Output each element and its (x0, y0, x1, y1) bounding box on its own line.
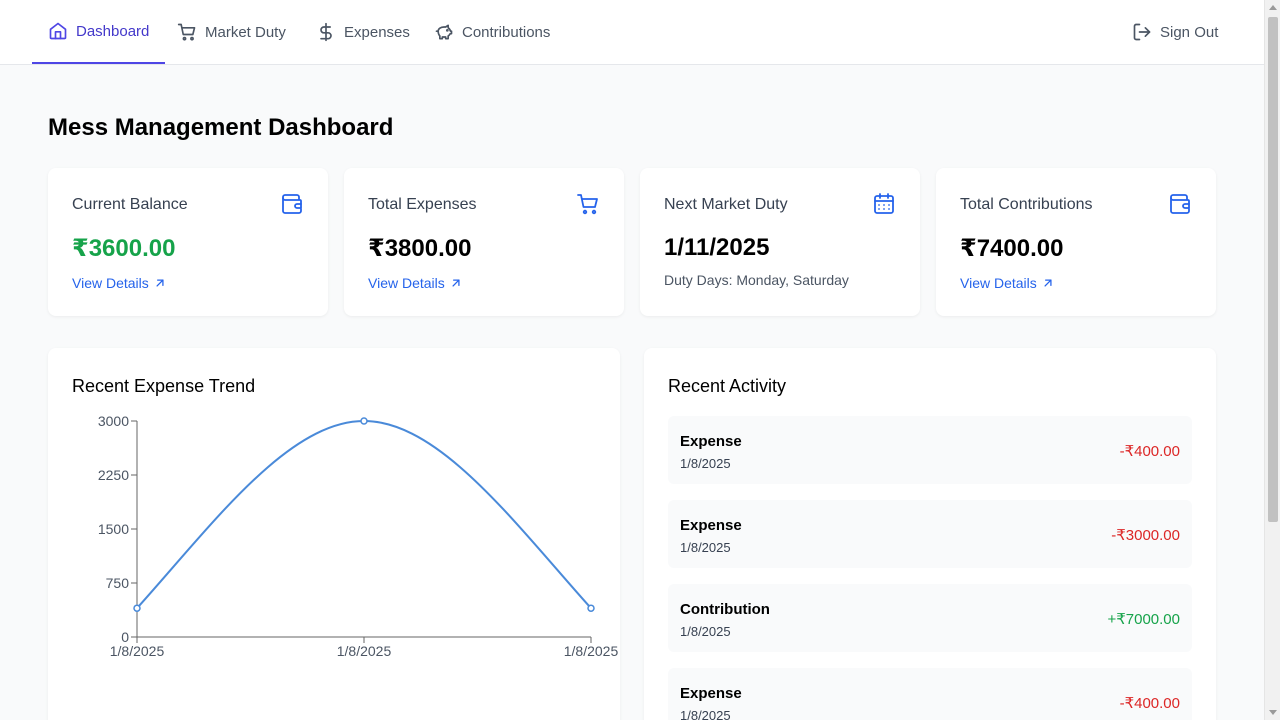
stat-label: Total Contributions (960, 196, 1093, 213)
calendar-icon (874, 193, 894, 214)
activity-type: Expense (680, 517, 742, 534)
trend-point (587, 604, 595, 612)
activity-amount: -₹400.00 (1119, 695, 1180, 712)
scroll-down-arrow[interactable] (1269, 710, 1277, 715)
sign-out-icon (1133, 23, 1151, 41)
arrow-up-right-icon (156, 279, 164, 287)
activity-date: 1/8/2025 (680, 708, 731, 720)
next-market-duty-card: Next Market Duty 1/11/2025 Duty Days: Mo… (640, 168, 920, 316)
dollar-icon (320, 22, 332, 42)
page-scrollbar[interactable] (1264, 0, 1280, 720)
arrow-up-right-icon (452, 279, 460, 287)
total-expenses-card: Total Expenses ₹3800.00 View Details (344, 168, 624, 316)
nav-contributions[interactable]: Contributions (418, 0, 566, 64)
top-nav: Dashboard Market Duty Expenses Contribut… (0, 0, 1264, 65)
duty-days-text: Duty Days: Monday, Saturday (664, 272, 849, 288)
view-details-label: View Details (368, 275, 445, 291)
nav-market-duty[interactable]: Market Duty (161, 0, 302, 64)
stat-label: Total Expenses (368, 196, 477, 213)
activity-date: 1/8/2025 (680, 540, 731, 555)
home-icon (49, 22, 67, 40)
nav-expenses-label: Expenses (344, 23, 410, 41)
stat-label: Next Market Duty (664, 196, 788, 213)
stat-value: ₹3800.00 (368, 235, 472, 262)
stat-value: ₹7400.00 (960, 235, 1064, 262)
view-details-label: View Details (960, 275, 1037, 291)
trend-point (360, 417, 368, 425)
nav-dashboard[interactable]: Dashboard (32, 0, 166, 64)
scroll-thumb[interactable] (1268, 17, 1278, 522)
stat-value: 1/11/2025 (664, 234, 770, 261)
activity-date: 1/8/2025 (680, 456, 731, 471)
activity-amount: -₹3000.00 (1111, 527, 1180, 544)
activity-item[interactable]: Expense 1/8/2025 -₹400.00 (668, 416, 1192, 484)
total-contributions-card: Total Contributions ₹7400.00 View Detail… (936, 168, 1216, 316)
x-tick-label: 1/8/2025 (110, 643, 165, 659)
activity-amount: -₹400.00 (1119, 443, 1180, 460)
view-details-link[interactable]: View Details (368, 275, 463, 291)
activity-item[interactable]: Expense 1/8/2025 -₹400.00 (668, 668, 1192, 720)
activity-item[interactable]: Contribution 1/8/2025 +₹7000.00 (668, 584, 1192, 652)
view-details-label: View Details (72, 275, 149, 291)
view-details-link[interactable]: View Details (72, 275, 167, 291)
x-tick-label: 1/8/2025 (337, 643, 392, 659)
trend-title: Recent Expense Trend (72, 376, 256, 396)
stat-label: Current Balance (72, 196, 188, 213)
sign-out-label: Sign Out (1160, 23, 1219, 41)
activity-type: Expense (680, 433, 742, 450)
piggy-bank-icon (435, 24, 453, 40)
expense-trend-chart: 07501500225030001/8/2025 1/8/2025 1/8/2025 (98, 413, 619, 659)
sign-out-button[interactable]: Sign Out (1116, 0, 1234, 64)
scroll-up-arrow[interactable] (1269, 5, 1277, 10)
current-balance-card: Current Balance ₹3600.00 View Details (48, 168, 328, 316)
y-tick-label: 3000 (98, 413, 129, 429)
stat-value: ₹3600.00 (72, 235, 176, 262)
page-title: Mess Management Dashboard (48, 114, 394, 141)
y-tick-label: 2250 (98, 467, 129, 483)
nav-expenses[interactable]: Expenses (300, 0, 426, 64)
arrow-up-right-icon (1044, 279, 1052, 287)
y-tick-label: 1500 (98, 521, 129, 537)
activity-item[interactable]: Expense 1/8/2025 -₹3000.00 (668, 500, 1192, 568)
y-tick-label: 750 (106, 575, 130, 591)
recent-activity-panel: Recent Activity Expense 1/8/2025 -₹400.0… (644, 348, 1216, 720)
cart-icon (177, 23, 196, 41)
activity-amount: +₹7000.00 (1107, 611, 1180, 628)
cart-icon (577, 194, 598, 215)
trend-point (133, 604, 141, 612)
nav-dashboard-label: Dashboard (76, 22, 150, 40)
expense-trend-panel: Recent Expense Trend 0 750 1500 2250 3000 1/8… (48, 348, 620, 720)
view-details-link[interactable]: View Details (960, 275, 1055, 291)
activity-type: Contribution (680, 601, 770, 618)
wallet-icon (1170, 194, 1190, 214)
nav-market-duty-label: Market Duty (205, 23, 286, 41)
trend-line (136, 419, 592, 609)
activity-type: Expense (680, 685, 742, 702)
activity-title: Recent Activity (668, 376, 787, 396)
activity-date: 1/8/2025 (680, 624, 731, 639)
wallet-icon (282, 194, 302, 214)
x-tick-label: 1/8/2025 (564, 643, 619, 659)
nav-contributions-label: Contributions (462, 23, 551, 41)
